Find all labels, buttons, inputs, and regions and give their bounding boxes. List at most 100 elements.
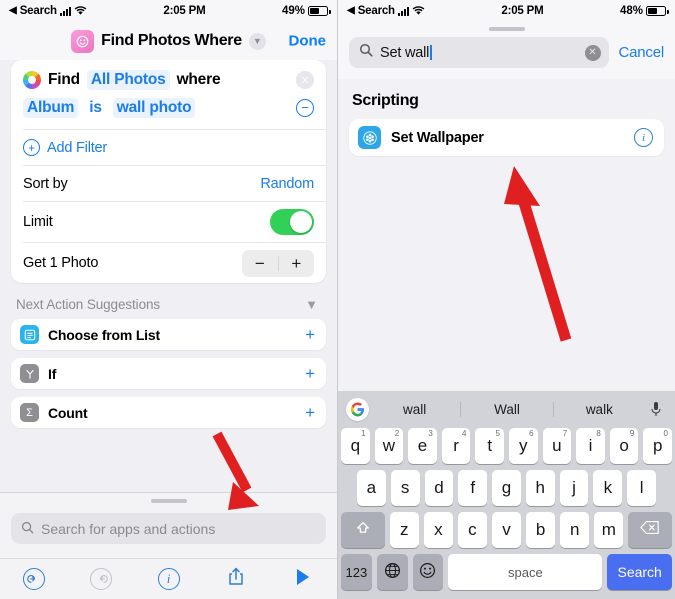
redo-icon bbox=[90, 568, 113, 590]
limit-toggle[interactable] bbox=[270, 209, 314, 235]
key-s[interactable]: s bbox=[390, 470, 420, 506]
key-p[interactable]: 0p bbox=[643, 428, 672, 464]
status-back-to-search[interactable]: ◀ Search bbox=[9, 5, 87, 17]
undo-button[interactable] bbox=[0, 568, 67, 590]
get-photo-row[interactable]: Get 1 Photo − + bbox=[11, 243, 326, 283]
condition-field-token[interactable]: Album bbox=[23, 98, 79, 118]
google-logo-icon[interactable] bbox=[346, 398, 369, 421]
key-m[interactable]: m bbox=[594, 512, 624, 548]
add-suggestion-button[interactable]: + bbox=[305, 326, 315, 343]
key-j[interactable]: j bbox=[559, 470, 589, 506]
chevron-down-icon[interactable]: ▼ bbox=[248, 32, 266, 50]
keyboard-row-3: z x c v b n m bbox=[338, 512, 675, 554]
left-content: Find All Photos where ✕ Album is wall ph… bbox=[0, 60, 337, 428]
redo-button[interactable] bbox=[67, 568, 134, 590]
shift-key[interactable] bbox=[341, 512, 385, 548]
right-phone-panel: ◀ Search 2:05 PM 48% Set wall ✕ Cancel S… bbox=[338, 0, 675, 599]
key-h[interactable]: h bbox=[525, 470, 555, 506]
backspace-key[interactable] bbox=[628, 512, 672, 548]
sheet-grabber[interactable] bbox=[488, 27, 525, 31]
clear-circle-icon[interactable]: ✕ bbox=[584, 44, 601, 61]
key-e[interactable]: 3e bbox=[408, 428, 437, 464]
status-back-to-search[interactable]: ◀ Search bbox=[347, 5, 425, 17]
clear-circle-icon[interactable]: ✕ bbox=[296, 71, 314, 89]
key-i[interactable]: 8i bbox=[576, 428, 605, 464]
emoji-smiley-icon bbox=[419, 562, 436, 582]
key-k[interactable]: k bbox=[593, 470, 623, 506]
suggestion-item[interactable]: Choose from List + bbox=[11, 319, 326, 350]
key-c[interactable]: c bbox=[457, 512, 487, 548]
search-apps-actions-input[interactable]: Search for apps and actions bbox=[11, 513, 326, 544]
status-battery-group: 48% bbox=[620, 5, 669, 17]
key-label: p bbox=[652, 436, 663, 455]
cancel-button[interactable]: Cancel bbox=[619, 44, 665, 61]
search-input[interactable]: Set wall ✕ bbox=[349, 37, 609, 68]
add-suggestion-button[interactable]: + bbox=[305, 365, 315, 382]
suggestion-item[interactable]: If + bbox=[11, 358, 326, 389]
find-photos-action-card: Find All Photos where ✕ Album is wall ph… bbox=[11, 60, 326, 283]
find-statement-block: Find All Photos where ✕ Album is wall ph… bbox=[11, 60, 326, 129]
keyboard-row-4: 123 space Search bbox=[338, 554, 675, 596]
result-item-set-wallpaper[interactable]: Set Wallpaper i bbox=[349, 119, 664, 156]
search-input-value-wrapper: Set wall bbox=[380, 44, 578, 61]
key-x[interactable]: x bbox=[423, 512, 453, 548]
search-input-value: Set wall bbox=[380, 44, 430, 61]
quantity-stepper[interactable]: − + bbox=[242, 249, 315, 277]
run-button[interactable] bbox=[270, 568, 337, 591]
key-g[interactable]: g bbox=[492, 470, 521, 506]
limit-row[interactable]: Limit bbox=[11, 202, 326, 242]
space-key[interactable]: space bbox=[448, 554, 603, 590]
key-a[interactable]: a bbox=[356, 470, 386, 506]
key-u[interactable]: 7u bbox=[542, 428, 572, 464]
key-z[interactable]: z bbox=[389, 512, 419, 548]
sort-by-value[interactable]: Random bbox=[260, 176, 314, 192]
key-n[interactable]: n bbox=[560, 512, 590, 548]
condition-value-token[interactable]: wall photo bbox=[112, 98, 196, 118]
done-button[interactable]: Done bbox=[289, 33, 327, 50]
language-key[interactable] bbox=[376, 554, 408, 590]
add-filter-group[interactable]: + Add Filter bbox=[23, 139, 107, 156]
keyboard-suggestion[interactable]: wall bbox=[369, 402, 460, 417]
status-battery-group: 49% bbox=[282, 5, 331, 17]
share-button[interactable] bbox=[202, 566, 269, 592]
key-w[interactable]: 2w bbox=[374, 428, 404, 464]
add-filter-row[interactable]: + Add Filter bbox=[11, 130, 326, 165]
key-t[interactable]: 5t bbox=[475, 428, 504, 464]
add-filter-label: Add Filter bbox=[47, 139, 108, 156]
condition-operator-token[interactable]: is bbox=[87, 98, 104, 118]
key-v[interactable]: v bbox=[491, 512, 522, 548]
search-key[interactable]: Search bbox=[607, 554, 672, 590]
suggestion-label: Choose from List bbox=[48, 326, 160, 343]
next-action-suggestions-header[interactable]: Next Action Suggestions ▼ bbox=[11, 283, 326, 319]
key-y[interactable]: 6y bbox=[509, 428, 538, 464]
info-icon[interactable]: i bbox=[634, 128, 653, 147]
key-number-hint: 0 bbox=[663, 429, 668, 438]
key-l[interactable]: l bbox=[627, 470, 657, 506]
find-source-token[interactable]: All Photos bbox=[86, 70, 170, 90]
minus-circle-icon[interactable]: − bbox=[296, 99, 314, 117]
suggestion-item[interactable]: Σ Count + bbox=[11, 397, 326, 428]
sort-by-row[interactable]: Sort by Random bbox=[11, 166, 326, 201]
microphone-icon[interactable] bbox=[645, 401, 667, 418]
key-d[interactable]: d bbox=[424, 470, 454, 506]
stepper-minus-button[interactable]: − bbox=[242, 255, 278, 272]
find-label: Find bbox=[48, 71, 80, 88]
key-r[interactable]: 4r bbox=[441, 428, 471, 464]
shortcut-title-group[interactable]: Find Photos Where ▼ bbox=[71, 29, 266, 53]
key-label: t bbox=[487, 436, 493, 455]
emoji-key[interactable] bbox=[412, 554, 444, 590]
key-b[interactable]: b bbox=[526, 512, 556, 548]
stepper-plus-button[interactable]: + bbox=[279, 255, 315, 272]
key-o[interactable]: 9o bbox=[609, 428, 639, 464]
info-button[interactable]: i bbox=[135, 568, 202, 590]
sheet-grabber[interactable] bbox=[150, 499, 187, 503]
keyboard-suggestion[interactable]: Wall bbox=[461, 402, 552, 417]
numeric-key[interactable]: 123 bbox=[341, 554, 372, 590]
key-q[interactable]: 1q bbox=[341, 428, 370, 464]
add-suggestion-button[interactable]: + bbox=[305, 404, 315, 421]
keyboard-suggestion[interactable]: walk bbox=[554, 402, 645, 417]
search-icon bbox=[21, 521, 34, 537]
back-triangle-icon: ◀ bbox=[347, 5, 355, 16]
chevron-down-icon[interactable]: ▼ bbox=[305, 297, 322, 312]
key-f[interactable]: f bbox=[458, 470, 488, 506]
